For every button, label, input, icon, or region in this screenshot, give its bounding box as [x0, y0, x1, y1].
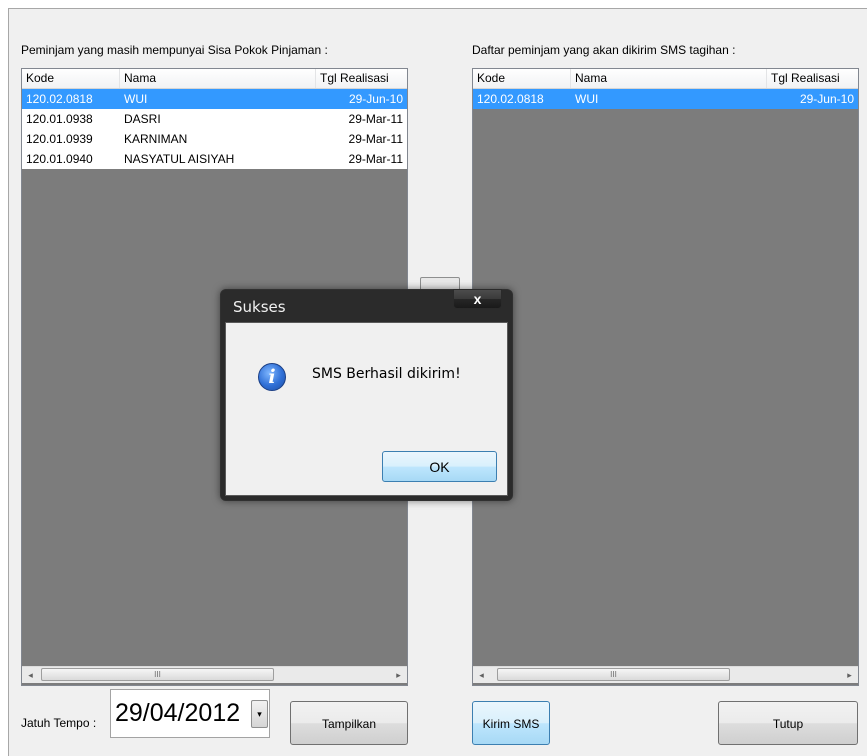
dialog-title: Sukses [233, 298, 286, 316]
cell-nama: NASYATUL AISIYAH [124, 152, 235, 166]
cell-kode: 120.01.0940 [26, 152, 93, 166]
scroll-right-arrow-icon[interactable]: ▸ [841, 667, 858, 683]
scroll-right-arrow-icon[interactable]: ▸ [390, 667, 407, 683]
sms-recipient-list-header: Kode Nama Tgl Realisasi [473, 69, 858, 89]
cell-tgl-realisasi: 29-Mar-11 [348, 132, 403, 146]
table-row[interactable]: 120.02.0818 WUI 29-Jun-10 [22, 89, 407, 109]
cell-nama: KARNIMAN [124, 132, 188, 146]
cell-tgl-realisasi: 29-Mar-11 [348, 152, 403, 166]
table-row[interactable]: 120.01.0939 KARNIMAN 29-Mar-11 [22, 129, 407, 149]
cell-nama: DASRI [124, 112, 161, 126]
cell-kode: 120.01.0938 [26, 112, 93, 126]
due-date-picker[interactable]: 29/04/2012 ▾ [110, 689, 270, 738]
chevron-down-icon[interactable]: ▾ [251, 700, 268, 728]
dialog-close-button[interactable]: x [453, 289, 502, 309]
scroll-thumb[interactable]: III [41, 668, 274, 681]
cell-tgl-realisasi: 29-Jun-10 [348, 92, 403, 106]
column-kode[interactable]: Kode [473, 69, 571, 88]
cell-tgl-realisasi: 29-Jun-10 [799, 92, 854, 106]
dialog-body: i SMS Berhasil dikirim! OK [225, 322, 508, 496]
table-row[interactable]: 120.02.0818 WUI 29-Jun-10 [473, 89, 858, 109]
left-horizontal-scrollbar[interactable]: ◂ III ▸ [22, 666, 407, 683]
left-panel-caption: Peminjam yang masih mempunyai Sisa Pokok… [21, 43, 328, 57]
sms-recipient-list[interactable]: Kode Nama Tgl Realisasi 120.02.0818 WUI 29… [472, 68, 859, 686]
table-row[interactable]: 120.01.0938 DASRI 29-Mar-11 [22, 109, 407, 129]
column-kode[interactable]: Kode [22, 69, 120, 88]
column-tgl-realisasi[interactable]: Tgl Realisasi [316, 69, 407, 88]
cell-kode: 120.01.0939 [26, 132, 93, 146]
borrower-list-header: Kode Nama Tgl Realisasi [22, 69, 407, 89]
scroll-left-arrow-icon[interactable]: ◂ [22, 667, 39, 683]
due-date-value[interactable]: 29/04/2012 [115, 696, 240, 730]
column-nama[interactable]: Nama [120, 69, 316, 88]
column-tgl-realisasi[interactable]: Tgl Realisasi [767, 69, 858, 88]
cell-tgl-realisasi: 29-Mar-11 [348, 112, 403, 126]
info-icon: i [258, 363, 286, 391]
cell-nama: WUI [575, 92, 599, 106]
dialog-message: SMS Berhasil dikirim! [312, 366, 461, 382]
send-sms-button[interactable]: Kirim SMS [472, 701, 550, 745]
show-button[interactable]: Tampilkan [290, 701, 408, 745]
table-row[interactable]: 120.01.0940 NASYATUL AISIYAH 29-Mar-11 [22, 149, 407, 169]
due-date-label: Jatuh Tempo : [21, 716, 97, 730]
cell-kode: 120.02.0818 [26, 92, 93, 106]
cell-nama: WUI [124, 92, 148, 106]
borrower-list-rows: 120.02.0818 WUI 29-Jun-10 120.01.0938 DASRI 2… [22, 89, 407, 169]
scroll-thumb[interactable]: III [497, 668, 730, 681]
success-dialog: Sukses x i SMS Berhasil dikirim! OK [220, 289, 513, 501]
column-nama[interactable]: Nama [571, 69, 767, 88]
sms-recipient-list-rows: 120.02.0818 WUI 29-Jun-10 [473, 89, 858, 109]
right-panel-caption: Daftar peminjam yang akan dikirim SMS ta… [472, 43, 736, 57]
right-horizontal-scrollbar[interactable]: ◂ III ▸ [473, 666, 858, 683]
ok-button[interactable]: OK [382, 451, 497, 482]
scroll-left-arrow-icon[interactable]: ◂ [473, 667, 490, 683]
cell-kode: 120.02.0818 [477, 92, 544, 106]
close-button[interactable]: Tutup [718, 701, 858, 745]
